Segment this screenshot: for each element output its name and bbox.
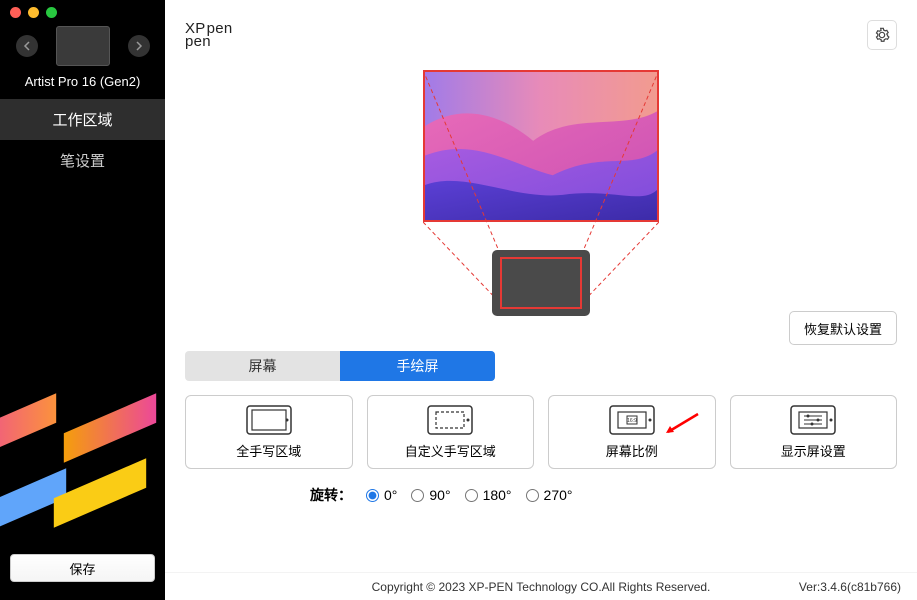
gear-icon [874,27,890,43]
custom-area-icon [427,405,473,435]
copyright-text: Copyright © 2023 XP-PEN Technology CO.Al… [372,580,711,594]
option-label: 全手写区域 [236,441,301,460]
tablet-preview[interactable] [492,250,590,316]
option-label: 屏幕比例 [606,441,658,460]
ratio-icon: 16:9 [609,405,655,435]
tablet-active-area [500,257,582,309]
menu-pen-settings[interactable]: 笔设置 [0,140,165,181]
settings-button[interactable] [867,20,897,50]
full-area-icon [246,405,292,435]
option-display-settings[interactable]: 显示屏设置 [730,395,898,469]
option-label: 显示屏设置 [781,441,846,460]
save-button[interactable]: 保存 [10,554,155,582]
maximize-icon[interactable] [46,7,57,18]
minimize-icon[interactable] [28,7,39,18]
window-controls[interactable] [0,0,165,24]
svg-text:16:9: 16:9 [627,418,637,424]
restore-defaults-button[interactable]: 恢复默认设置 [789,311,897,345]
option-full-area[interactable]: 全手写区域 [185,395,353,469]
rotation-90[interactable]: 90° [411,487,450,503]
screen-preview[interactable] [423,70,659,222]
prev-device-button[interactable] [16,35,38,57]
wallpaper-preview [425,72,657,221]
tab-screen[interactable]: 屏幕 [185,351,340,381]
option-label: 自定义手写区域 [405,441,496,460]
display-settings-icon [790,405,836,435]
close-icon[interactable] [10,7,21,18]
mapping-tabs: 屏幕 手绘屏 [185,351,495,381]
option-screen-ratio[interactable]: 16:9 屏幕比例 [548,395,716,469]
decorative-shapes [0,360,165,540]
rotation-270[interactable]: 270° [526,487,573,503]
brand-logo: X⁠Ppen pen [185,21,233,49]
mapping-preview: 恢复默认设置 [185,70,897,345]
rotation-0[interactable]: 0° [366,487,397,503]
next-device-button[interactable] [128,35,150,57]
rotation-180[interactable]: 180° [465,487,512,503]
menu-work-area[interactable]: 工作区域 [0,99,165,140]
device-name: Artist Pro 16 (Gen2) [0,74,165,89]
rotation-label: 旋转： [310,485,352,505]
device-thumbnail[interactable] [56,26,110,66]
version-text: Ver:3.4.6(c81b766) [799,580,901,594]
option-custom-area[interactable]: 自定义手写区域 [367,395,535,469]
highlight-arrow-icon [657,410,703,440]
tab-tablet[interactable]: 手绘屏 [340,351,495,381]
